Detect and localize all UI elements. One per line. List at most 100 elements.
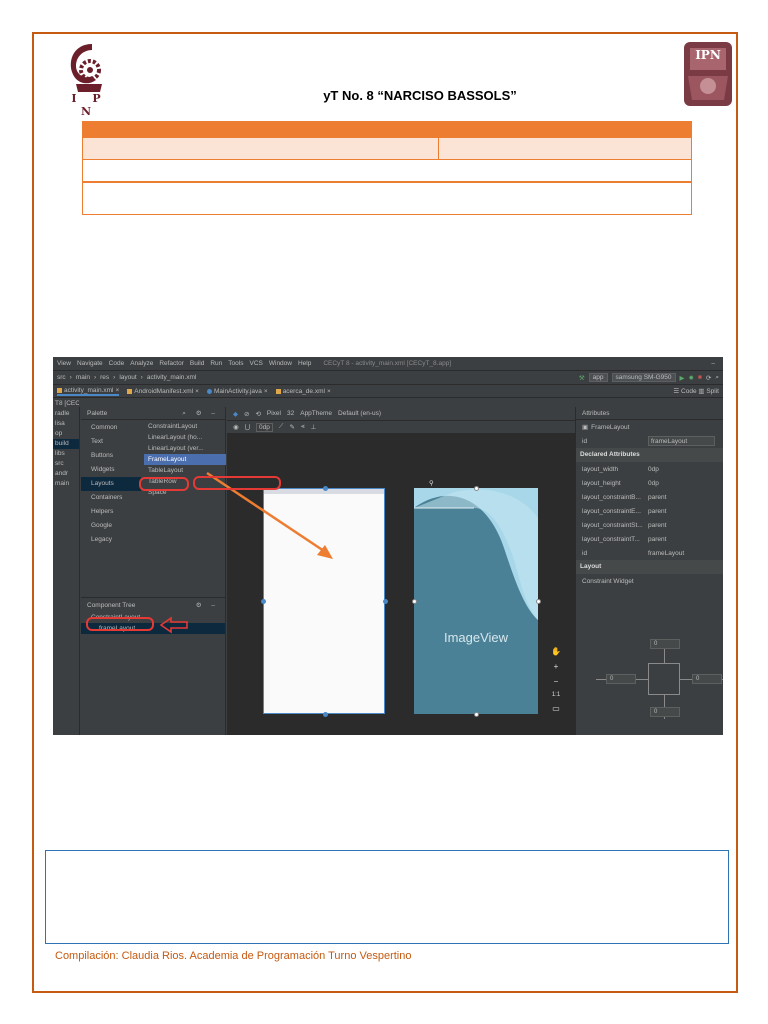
clear-constraints-icon[interactable]: ⟋ <box>279 423 284 431</box>
run-config-select[interactable]: app <box>588 373 608 382</box>
device-select[interactable]: samsung SM-G950 <box>611 373 676 382</box>
menu-analyze[interactable]: Analyze <box>130 360 153 367</box>
fit-screen-icon[interactable]: ▭ <box>552 704 560 713</box>
palette-category[interactable]: Text <box>81 435 141 449</box>
project-item[interactable]: build <box>53 439 79 449</box>
resize-handle[interactable] <box>474 486 479 491</box>
project-item[interactable]: main <box>53 479 79 489</box>
minimize-icon[interactable]: – <box>711 360 723 367</box>
blueprint-preview[interactable]: ImageView <box>414 488 538 714</box>
resize-handle[interactable] <box>383 599 388 604</box>
menu-tools[interactable]: Tools <box>228 360 243 367</box>
tab-activity-main[interactable]: activity_main.xml × <box>57 387 120 396</box>
tab-main-activity[interactable]: MainActivity.java × <box>206 388 268 395</box>
zoom-in-icon[interactable]: + <box>554 662 559 671</box>
view-mode-toggle[interactable]: ☰ Code ▥ Split <box>673 387 723 395</box>
palette-category[interactable]: Common <box>81 421 141 435</box>
design-mode-icon[interactable]: ◆ <box>233 410 238 418</box>
margin-bottom-select[interactable]: 0 <box>650 707 680 717</box>
margin-top-select[interactable]: 0 <box>650 639 680 649</box>
attribute-row[interactable]: layout_width 0dp <box>576 462 723 476</box>
menu-vcs[interactable]: VCS <box>249 360 262 367</box>
view-mode-split[interactable]: Split <box>706 388 719 395</box>
project-item[interactable]: libs <box>53 449 79 459</box>
blueprint-icon[interactable]: ⊘ <box>244 410 249 418</box>
project-item[interactable]: src <box>53 459 79 469</box>
resize-handle[interactable] <box>412 599 417 604</box>
api-select[interactable]: 32 <box>287 410 294 417</box>
palette-category[interactable]: Widgets <box>81 463 141 477</box>
tab-acerca-de[interactable]: acerca_de.xml × <box>275 388 331 395</box>
component-tree-tools-icon[interactable]: ⚙ – <box>196 601 219 609</box>
tab-android-manifest[interactable]: AndroidManifest.xml × <box>127 388 199 395</box>
ide-menubar: View Navigate Code Analyze Refactor Buil… <box>53 357 723 370</box>
palette-item[interactable]: LinearLayout (ho... <box>144 432 226 443</box>
run-icon[interactable]: ▶ <box>680 374 685 382</box>
menu-view[interactable]: View <box>57 360 71 367</box>
attribute-row[interactable]: layout_height 0dp <box>576 476 723 490</box>
palette-item[interactable]: LinearLayout (ver... <box>144 443 226 454</box>
view-options-icon[interactable]: ◉ <box>233 423 239 431</box>
menu-navigate[interactable]: Navigate <box>77 360 103 367</box>
menu-help[interactable]: Help <box>298 360 311 367</box>
palette-category[interactable]: Buttons <box>81 449 141 463</box>
magnet-icon[interactable]: ⋃ <box>245 423 250 431</box>
infer-constraints-icon[interactable]: ✎ <box>289 423 294 431</box>
locale-select[interactable]: Default (en-us) <box>338 410 381 417</box>
project-item[interactable]: lisa <box>53 419 79 429</box>
palette-item[interactable]: ConstraintLayout <box>144 421 226 432</box>
margin-select[interactable]: 0dp <box>256 422 273 432</box>
attribute-row[interactable]: layout_constraintB... parent <box>576 490 723 504</box>
theme-select[interactable]: AppTheme <box>300 410 332 417</box>
breadcrumb-res[interactable]: res <box>100 374 109 381</box>
menu-window[interactable]: Window <box>269 360 292 367</box>
palette-category-layouts[interactable]: Layouts <box>81 477 141 491</box>
attribute-row[interactable]: layout_constraintSt... parent <box>576 518 723 532</box>
palette-category[interactable]: Containers <box>81 491 141 505</box>
palette-category[interactable]: Google <box>81 519 141 533</box>
breadcrumb-src[interactable]: src <box>57 374 66 381</box>
palette-tools-icon[interactable]: ⌕ ⚙ – <box>182 409 219 418</box>
attribute-row[interactable]: layout_constraintT... parent <box>576 532 723 546</box>
menu-run[interactable]: Run <box>210 360 222 367</box>
device-select-pixel[interactable]: Pixel <box>267 410 281 417</box>
zoom-ratio[interactable]: 1:1 <box>552 692 560 698</box>
margin-start-select[interactable]: 0 <box>606 674 636 684</box>
search-icon[interactable]: ⌕ <box>715 374 719 382</box>
menu-code[interactable]: Code <box>109 360 125 367</box>
resize-handle[interactable] <box>323 712 328 717</box>
attribute-key: id <box>582 549 588 557</box>
sync-icon[interactable]: ⟳ <box>706 374 711 382</box>
attribute-row[interactable]: id frameLayout <box>576 546 723 560</box>
menu-build[interactable]: Build <box>190 360 204 367</box>
pan-icon[interactable]: ✋ <box>551 647 561 656</box>
attribute-row[interactable]: layout_constraintE... parent <box>576 504 723 518</box>
zoom-out-icon[interactable]: − <box>554 677 559 686</box>
breadcrumb-layout[interactable]: layout <box>119 374 136 381</box>
resize-handle[interactable] <box>474 712 479 717</box>
palette-category[interactable]: Helpers <box>81 505 141 519</box>
stop-icon[interactable]: ■ <box>698 374 702 381</box>
project-item[interactable]: andr <box>53 469 79 479</box>
pin-icon[interactable]: ⚲ <box>429 479 434 487</box>
project-item[interactable]: radle <box>53 409 79 419</box>
guidelines-icon[interactable]: ⊥ <box>311 423 317 431</box>
align-icon[interactable]: ⫷ <box>301 423 305 431</box>
margin-end-select[interactable]: 0 <box>692 674 722 684</box>
menu-refactor[interactable]: Refactor <box>159 360 184 367</box>
view-mode-code[interactable]: Code <box>681 388 697 395</box>
resize-handle[interactable] <box>536 599 541 604</box>
layout-section-header[interactable]: Layout <box>576 560 723 574</box>
project-item[interactable]: op <box>53 429 79 439</box>
breadcrumb-file[interactable]: activity_main.xml <box>147 374 196 381</box>
palette-category[interactable]: Legacy <box>81 533 141 547</box>
breadcrumb-main[interactable]: main <box>76 374 90 381</box>
id-input[interactable]: frameLayout <box>648 436 715 446</box>
declared-attributes-header[interactable]: Declared Attributes <box>576 448 723 462</box>
palette-item-framelayout[interactable]: FrameLayout <box>144 454 226 465</box>
attribute-key: layout_constraintB... <box>582 493 641 501</box>
orientation-icon[interactable]: ⟲ <box>255 410 260 418</box>
resize-handle[interactable] <box>261 599 266 604</box>
hammer-icon[interactable]: ⚒ <box>579 374 585 382</box>
debug-icon[interactable]: ✹ <box>689 374 694 382</box>
